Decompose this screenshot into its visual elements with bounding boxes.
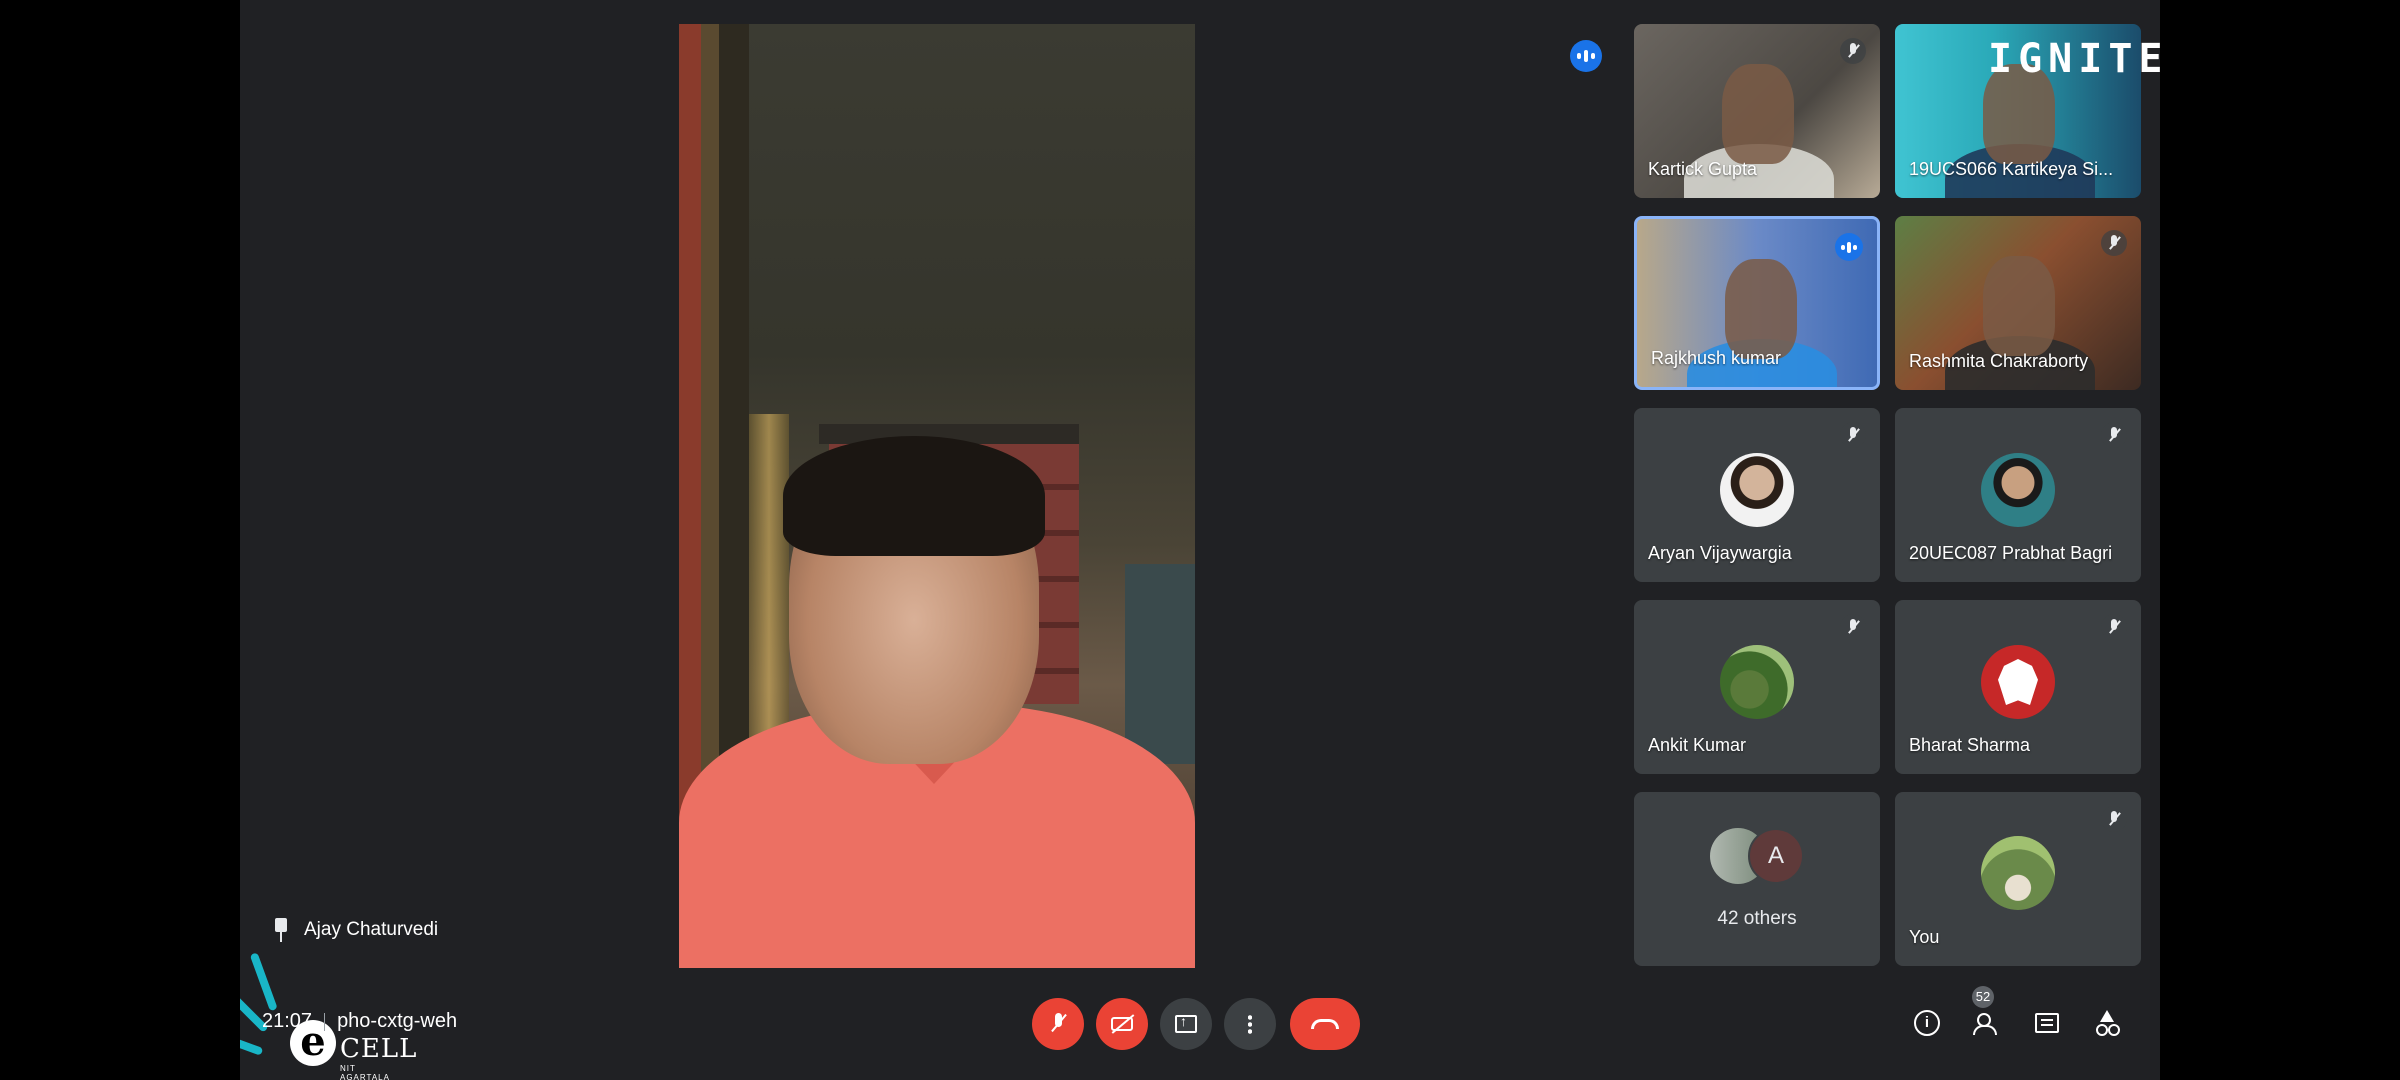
- avatar: [1720, 645, 1794, 719]
- avatar: [1981, 645, 2055, 719]
- avatar: [1720, 453, 1794, 527]
- participant-name: Bharat Sharma: [1909, 735, 2031, 755]
- mic-off-icon: [1052, 1013, 1064, 1035]
- people-count-badge: 52: [1972, 986, 1994, 1008]
- participant-figure-head: [1722, 64, 1794, 164]
- clock-time: 21:07: [262, 1010, 313, 1032]
- participant-name: Kartick Gupta: [1648, 159, 1758, 179]
- participant-name: Rajkhush kumar: [1651, 348, 1782, 368]
- mic-off-icon: [1840, 38, 1866, 64]
- participant-tile[interactable]: 20UEC087 Prabhat Bagri: [1895, 408, 2141, 582]
- participant-tile[interactable]: Ankit Kumar: [1634, 600, 1880, 774]
- mic-off-icon: [2101, 230, 2127, 256]
- present-button[interactable]: [1160, 998, 1212, 1050]
- participant-name: 20UEC087 Prabhat Bagri: [1909, 543, 2113, 563]
- mic-off-icon: [2101, 614, 2127, 640]
- others-count-label: 42 others: [1717, 908, 1797, 929]
- meeting-info-button[interactable]: i: [1912, 1008, 1942, 1038]
- activities-icon: [2094, 1010, 2120, 1036]
- main-speaker-label: Ajay Chaturvedi: [272, 918, 438, 942]
- self-name: You: [1909, 927, 1940, 947]
- ignite-watermark: IGNITE: [1988, 36, 2160, 82]
- mic-off-icon: [2101, 806, 2127, 832]
- participant-name: Ankit Kumar: [1648, 735, 1747, 755]
- mic-off-icon: [2101, 422, 2127, 448]
- avatar: [1981, 836, 2055, 910]
- info-icon: i: [1914, 1010, 1940, 1036]
- meeting-details: 21:07 pho-cxtg-weh: [262, 1010, 457, 1033]
- ecell-text: CELL: [340, 1034, 418, 1064]
- participant-name: 19UCS066 Kartikeya Si...: [1909, 159, 2114, 179]
- mic-toggle-button[interactable]: [1032, 998, 1084, 1050]
- activities-button[interactable]: [2092, 1008, 2122, 1038]
- divider: [324, 1012, 326, 1031]
- logo-wing: [240, 1027, 264, 1056]
- phone-hangup-icon: [1311, 1019, 1339, 1029]
- leave-call-button[interactable]: [1290, 998, 1360, 1050]
- participant-tile[interactable]: Rajkhush kumar: [1634, 216, 1880, 390]
- mic-off-icon: [1840, 614, 1866, 640]
- camera-off-icon: [1111, 1017, 1133, 1031]
- speaker-hair: [783, 436, 1045, 556]
- camera-toggle-button[interactable]: [1096, 998, 1148, 1050]
- main-speaker-name: Ajay Chaturvedi: [304, 919, 439, 940]
- participant-tile[interactable]: Bharat Sharma: [1895, 600, 2141, 774]
- fridge: [1125, 564, 1195, 764]
- speaking-indicator-icon: [1835, 233, 1863, 261]
- main-speaker-video[interactable]: [679, 24, 1195, 968]
- mic-off-icon: [1840, 422, 1866, 448]
- audio-indicator-icon: [1570, 40, 1602, 72]
- participant-tile[interactable]: Rashmita Chakraborty: [1895, 216, 2141, 390]
- others-avatars: A: [1710, 828, 1804, 884]
- meeting-code[interactable]: pho-cxtg-weh: [337, 1010, 457, 1033]
- participant-tile[interactable]: Kartick Gupta: [1634, 24, 1880, 198]
- lion-logo-icon: [1998, 659, 2038, 705]
- logo-wing: [249, 952, 278, 1012]
- participant-figure-head: [1983, 256, 2055, 356]
- chat-icon: [2035, 1013, 2059, 1033]
- participant-name: Rashmita Chakraborty: [1909, 351, 2089, 371]
- participant-tile[interactable]: Aryan Vijaywargia: [1634, 408, 1880, 582]
- avatar: [1981, 453, 2055, 527]
- avatar-initial: A: [1748, 828, 1804, 884]
- people-icon: [1973, 1013, 2001, 1035]
- participant-name: Aryan Vijaywargia: [1648, 543, 1792, 563]
- chat-button[interactable]: [2032, 1008, 2062, 1038]
- present-icon: [1175, 1013, 1197, 1033]
- more-vert-icon: [1248, 1014, 1252, 1034]
- more-options-button[interactable]: [1224, 998, 1276, 1050]
- ecell-subtext: NIT AGARTALA: [340, 1064, 390, 1080]
- meet-window: Ajay Chaturvedi Kartick Gupta 19UCS066 K…: [240, 0, 2160, 1080]
- participant-figure-head: [1725, 259, 1797, 359]
- self-tile[interactable]: You: [1895, 792, 2141, 966]
- others-tile[interactable]: A 42 others: [1634, 792, 1880, 966]
- pin-icon[interactable]: [272, 918, 290, 942]
- people-button[interactable]: [1972, 1008, 2002, 1038]
